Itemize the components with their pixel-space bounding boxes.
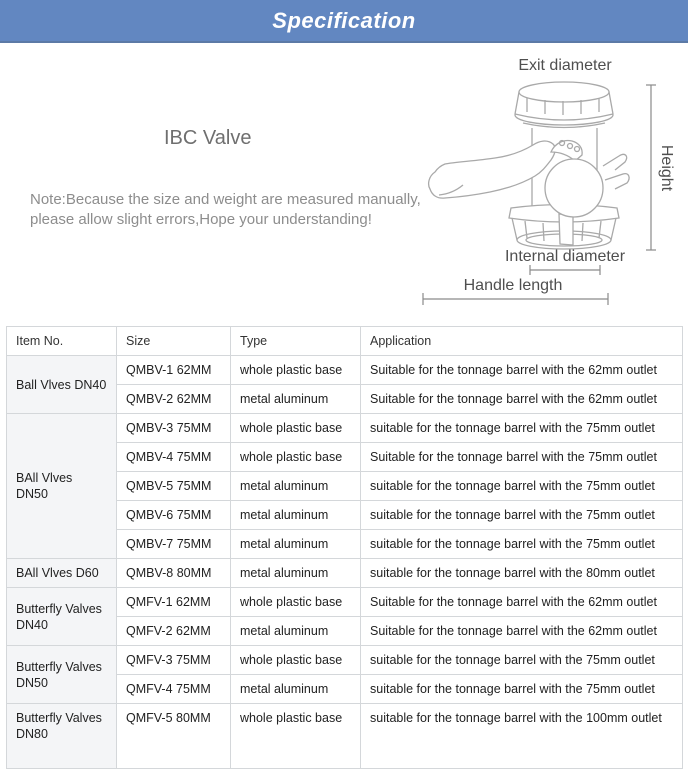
type-cell: metal aluminum [231,675,361,704]
size-cell: QMFV-3 75MM [117,646,231,675]
type-cell: metal aluminum [231,617,361,646]
col-header-size: Size [117,327,231,356]
col-header-item: Item No. [7,327,117,356]
application-cell: suitable for the tonnage barrel with the… [361,472,683,501]
application-cell: Suitable for the tonnage barrel with the… [361,588,683,617]
application-cell: Suitable for the tonnage barrel with the… [361,617,683,646]
valve-diagram: Exit diameter Height Internal diameter H… [415,48,688,310]
size-cell: QMBV-5 75MM [117,472,231,501]
application-cell: Suitable for the tonnage barrel with the… [361,443,683,472]
application-cell: suitable for the tonnage barrel with the… [361,414,683,443]
item-group-cell: Butterfly Valves DN50 [7,646,117,704]
type-cell: metal aluminum [231,472,361,501]
type-cell: whole plastic base [231,588,361,617]
exit-diameter-label: Exit diameter [518,57,612,74]
size-cell: QMFV-2 62MM [117,617,231,646]
application-cell: suitable for the tonnage barrel with the… [361,675,683,704]
application-cell: Suitable for the tonnage barrel with the… [361,356,683,385]
type-cell: metal aluminum [231,530,361,559]
type-cell: whole plastic base [231,356,361,385]
item-group-cell: BAll Vlves DN50 [7,414,117,559]
type-cell: whole plastic base [231,414,361,443]
size-cell: QMFV-1 62MM [117,588,231,617]
col-header-application: Application [361,327,683,356]
handle-length-label: Handle length [464,277,563,294]
item-group-cell: BAll Vlves D60 [7,559,117,588]
size-cell: QMBV-1 62MM [117,356,231,385]
col-header-type: Type [231,327,361,356]
type-cell: metal aluminum [231,501,361,530]
type-cell: metal aluminum [231,385,361,414]
application-cell: suitable for the tonnage barrel with the… [361,501,683,530]
size-cell: QMFV-4 75MM [117,675,231,704]
type-cell: whole plastic base [231,443,361,472]
product-name-label: IBC Valve [164,127,251,150]
type-cell: whole plastic base [231,646,361,675]
table-header-row: Item No. Size Type Application [7,327,683,356]
type-cell: metal aluminum [231,559,361,588]
item-group-cell: Ball Vlves DN40 [7,356,117,414]
table-row: Ball Vlves DN40 QMBV-1 62MM whole plasti… [7,356,683,385]
table-row: Butterfly Valves DN50 QMFV-3 75MM whole … [7,646,683,675]
diagram-section: IBC Valve Note:Because the size and weig… [0,43,688,326]
specification-page: Specification IBC Valve Note:Because the… [0,0,688,759]
internal-diameter-label: Internal diameter [505,248,626,265]
table-row: BAll Vlves D60 QMBV-8 80MM metal aluminu… [7,559,683,588]
size-cell: QMBV-4 75MM [117,443,231,472]
application-cell: suitable for the tonnage barrel with the… [361,530,683,559]
application-cell: suitable for the tonnage barrel with the… [361,559,683,588]
note-line-1: Note:Because the size and weight are mea… [30,190,421,210]
size-cell: QMBV-3 75MM [117,414,231,443]
height-label: Height [658,145,675,192]
height-dimension [646,85,656,250]
application-cell: Suitable for the tonnage barrel with the… [361,385,683,414]
handle-length-dimension [423,293,608,305]
size-cell: QMBV-8 80MM [117,559,231,588]
internal-diameter-dimension [530,265,600,275]
application-cell: suitable for the tonnage barrel with the… [361,646,683,675]
valve-cap-drawing [515,82,613,128]
table-row: Butterfly Valves DN40 QMFV-1 62MM whole … [7,588,683,617]
specification-banner: Specification [0,0,688,43]
note-line-2: please allow slight errors,Hope your und… [30,210,421,230]
size-cell: QMBV-2 62MM [117,385,231,414]
table-row: BAll Vlves DN50 QMBV-3 75MM whole plasti… [7,414,683,443]
item-group-cell: Butterfly Valves DN40 [7,588,117,646]
size-cell: QMBV-6 75MM [117,501,231,530]
size-cell: QMBV-7 75MM [117,530,231,559]
specification-table: Item No. Size Type Application Ball Vlve… [6,326,683,769]
page-title: Specification [272,8,415,34]
measurement-note: Note:Because the size and weight are mea… [30,190,421,230]
